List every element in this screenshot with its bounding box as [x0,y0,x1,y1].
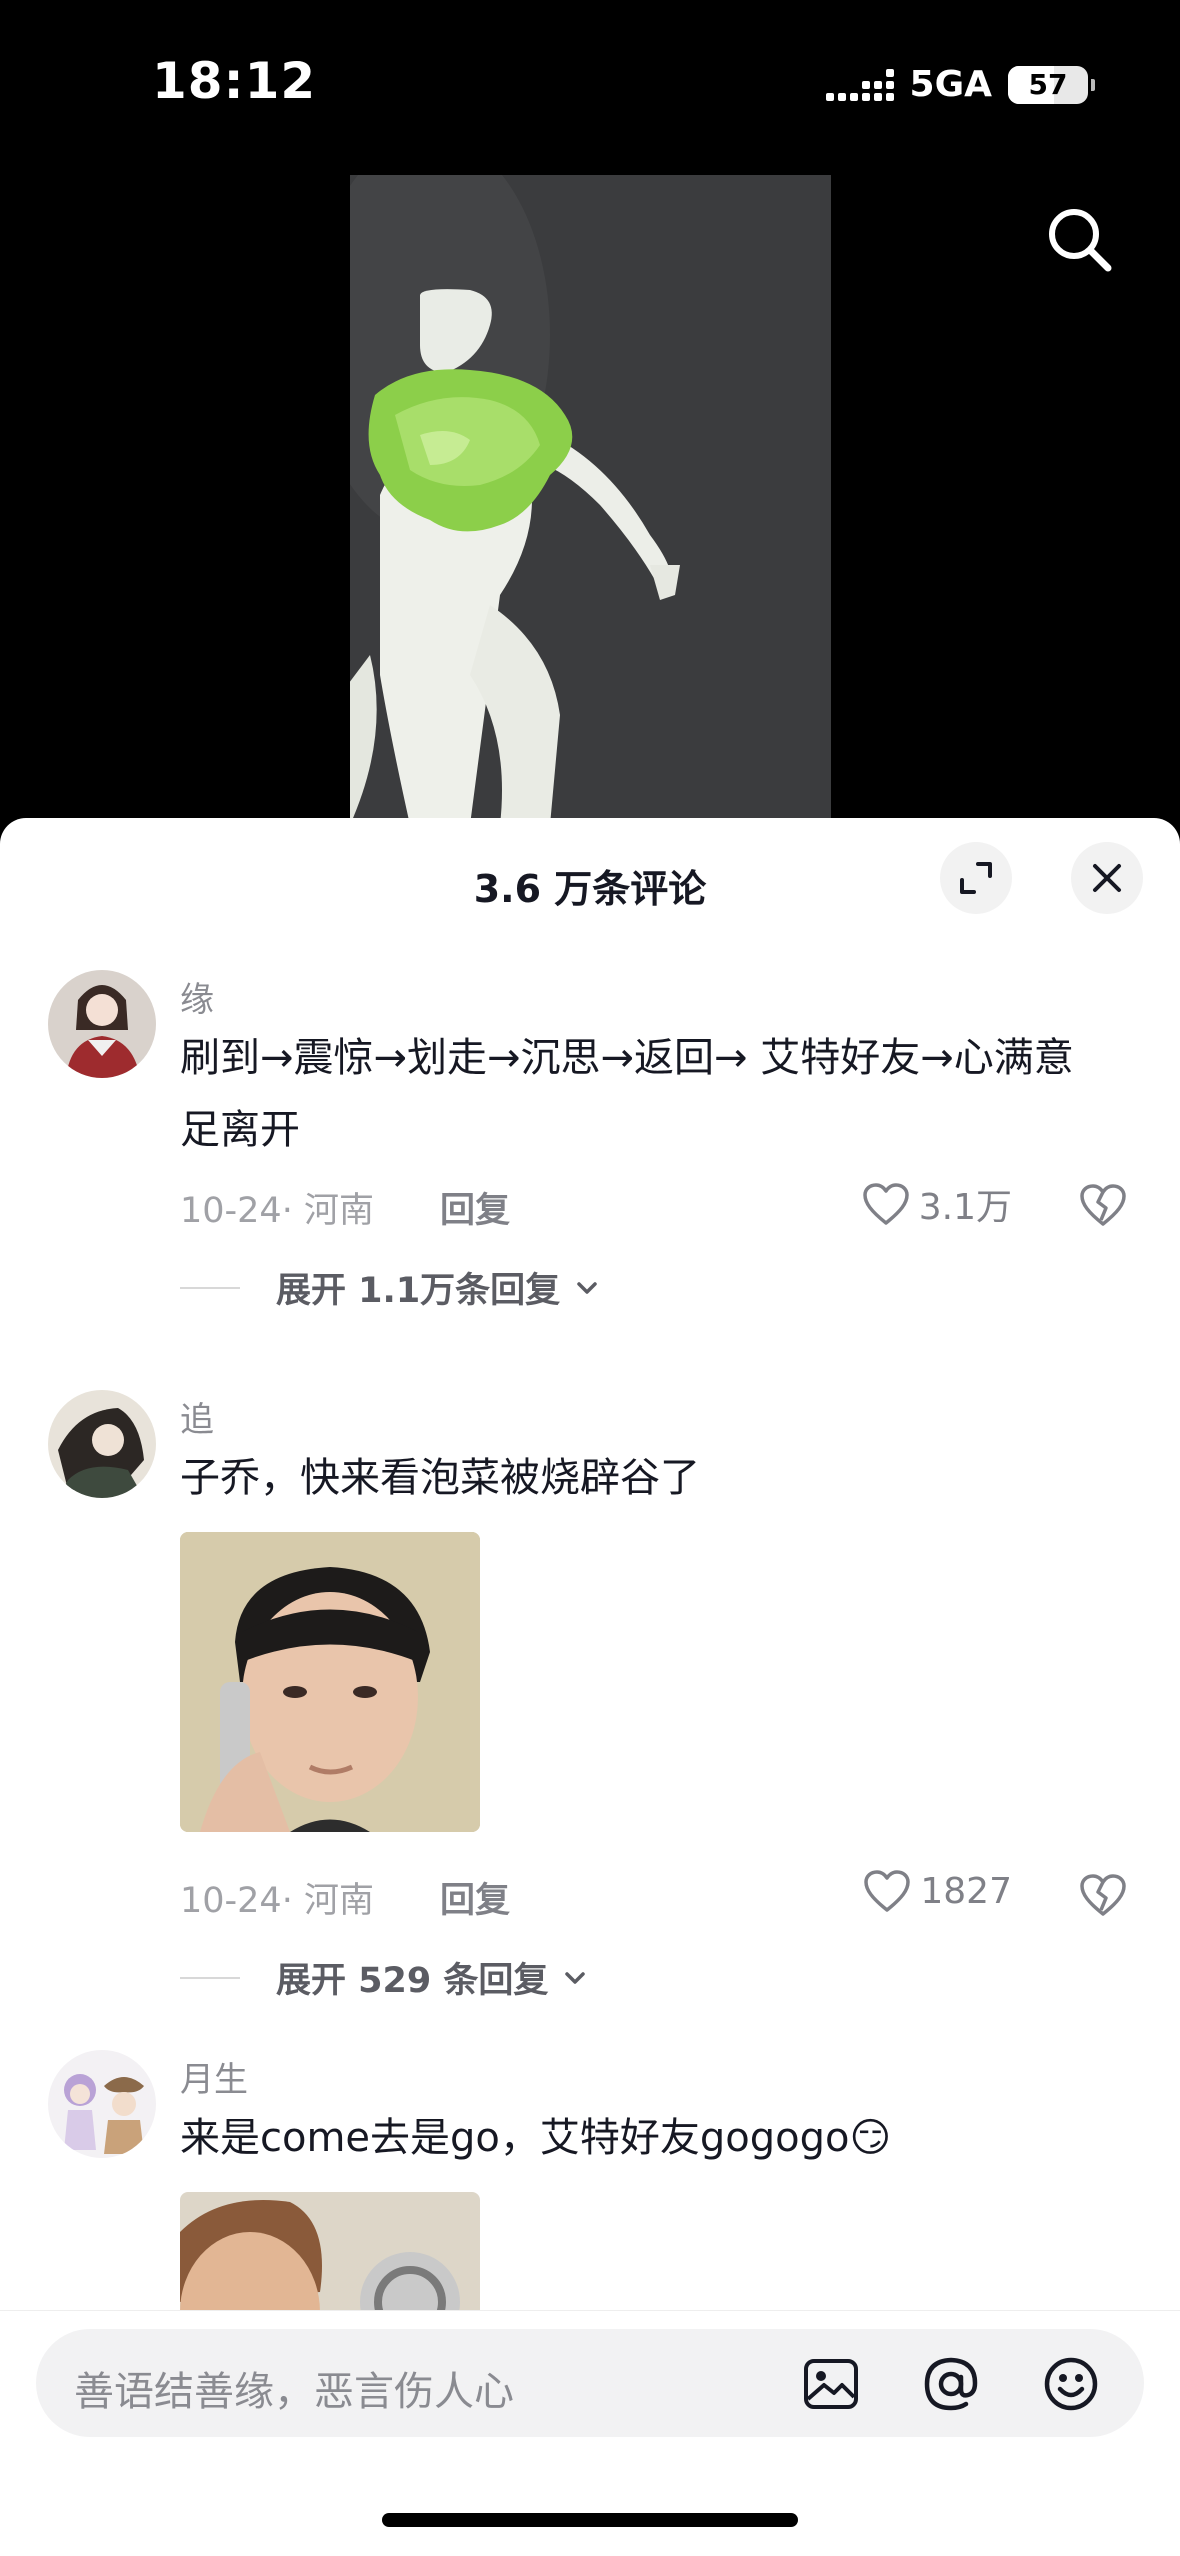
comment-input-placeholder: 善语结善缘，恶言伤人心 [74,2369,514,2415]
expand-sheet-button[interactable] [940,842,1012,914]
like-count: 3.1万 [918,1187,1012,1228]
broken-heart-icon [1080,1874,1126,1916]
battery-icon: 57 [1008,65,1095,104]
username[interactable]: 追 [180,1392,214,1441]
signal-icon [825,68,894,101]
avatar[interactable] [48,1390,156,1498]
close-sheet-button[interactable] [1071,842,1143,914]
expand-replies-label: 展开 1.1万条回复 [276,1271,561,1311]
dislike-button[interactable] [1078,1870,1128,1920]
video-player[interactable] [350,175,831,825]
search-icon [1049,209,1112,272]
like-button[interactable]: 1827 [862,1868,1012,1914]
battery-level: 57 [1028,68,1068,101]
avatar[interactable] [48,970,156,1078]
reply-button[interactable]: 回复 [440,1872,510,1923]
broken-heart-icon [1080,1184,1126,1226]
comment-meta: 10-24· 河南 [180,1881,374,1921]
expand-replies-button[interactable]: 展开 1.1万条回复 [180,1262,600,1313]
username[interactable]: 月生 [180,2052,248,2101]
username[interactable]: 缘 [180,972,214,1021]
avatar[interactable] [48,2050,156,2158]
heart-icon [862,1183,909,1225]
comment-text: 来是come去是go，艾特好友gogogo😏 [180,2115,892,2161]
expand-icon [960,862,992,894]
heart-icon [864,1870,911,1912]
comment-input[interactable]: 善语结善缘，恶言伤人心 [36,2329,1144,2437]
expand-replies-label: 展开 529 条回复 [276,1961,549,2001]
image-icon [804,2359,858,2409]
reply-button[interactable]: 回复 [440,1182,510,1233]
expand-replies-button[interactable]: 展开 529 条回复 [180,1952,588,2003]
comment-text: 子乔，快来看泡菜被烧辟谷了 [180,1455,700,1501]
status-time: 18:12 [152,52,317,110]
comment-meta: 10-24· 河南 [180,1191,374,1231]
status-indicators: 5GA 57 [825,64,1095,105]
mention-button[interactable] [922,2355,980,2413]
close-icon [1093,864,1121,892]
chevron-down-icon [577,1281,597,1294]
chevron-down-icon [565,1971,586,1984]
search-button[interactable] [1040,200,1120,280]
home-indicator[interactable] [382,2513,798,2527]
network-label: 5GA [909,64,992,105]
at-icon [924,2357,978,2411]
emoji-icon [1044,2357,1098,2411]
dislike-button[interactable] [1078,1180,1128,1230]
emoji-button[interactable] [1042,2355,1100,2413]
like-count: 1827 [920,1870,1012,1912]
comment-image[interactable] [180,1532,480,1832]
comment-sheet: 3.6 万条评论 缘 刷到→震惊→划走→沉思→返回→ 艾特好友→心满意足离开 1… [0,818,1180,2556]
comment-text: 刷到→震惊→划走→沉思→返回→ 艾特好友→心满意足离开 [180,1035,1074,1153]
video-frame [350,175,831,825]
image-button[interactable] [802,2355,860,2413]
like-button[interactable]: 3.1万 [861,1178,1012,1230]
